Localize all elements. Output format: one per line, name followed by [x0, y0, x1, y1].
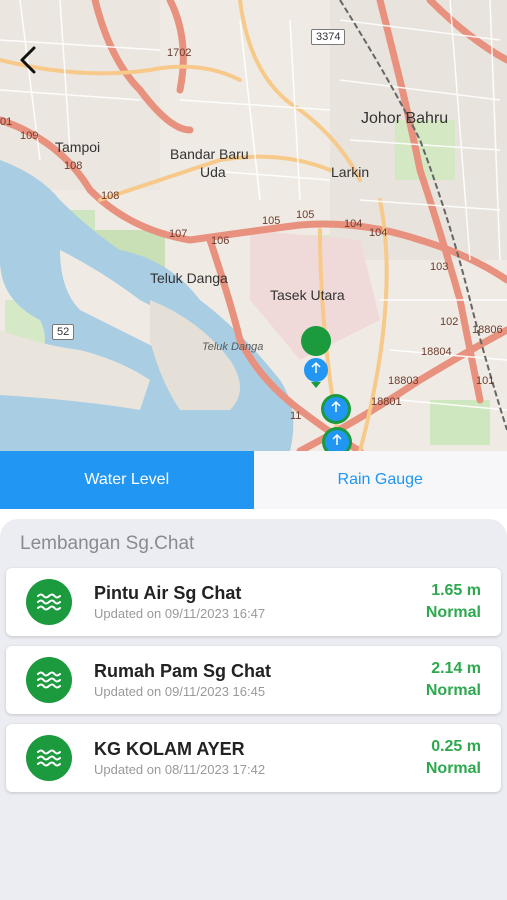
map-view[interactable]: 3374 52 Johor Bahru Tampoi Bandar Baru U…: [0, 0, 507, 451]
tab-water-level[interactable]: Water Level: [0, 451, 254, 509]
map-label-teluk-danga: Teluk Danga: [150, 270, 228, 286]
station-updated: Updated on 09/11/2023 16:45: [94, 684, 266, 699]
station-name: Pintu Air Sg Chat: [94, 583, 242, 603]
road-shield-52: 52: [52, 324, 75, 340]
map-label-johor-bahru: Johor Bahru: [361, 110, 449, 127]
station-status: Normal: [425, 604, 481, 621]
station-list-panel: Lembangan Sg.Chat Pintu Air Sg Chat Upda…: [0, 519, 507, 900]
road-label-18801: 18801: [371, 396, 402, 408]
road-label-108a: 108: [64, 160, 83, 172]
station-level: 1.65 m: [431, 582, 481, 599]
station-status: Normal: [425, 760, 481, 777]
map-label-tasek-utara: Tasek Utara: [270, 287, 345, 303]
map-label-uda: Uda: [200, 164, 226, 180]
map-label-teluk-danga-water: Teluk Danga: [202, 341, 264, 353]
tab-rain-gauge[interactable]: Rain Gauge: [253, 451, 507, 509]
road-label-103: 103: [430, 261, 449, 273]
water-wave-icon: [26, 579, 72, 625]
road-label-107: 107: [169, 228, 188, 240]
water-wave-icon: [26, 735, 72, 781]
station-level: 0.25 m: [431, 738, 481, 755]
road-label-18803: 18803: [388, 375, 419, 387]
road-label-108b: 108: [101, 190, 120, 202]
tab-bar: Water Level Rain Gauge: [0, 451, 507, 509]
back-button[interactable]: [10, 40, 46, 80]
road-label-102: 102: [440, 316, 459, 328]
road-label-106: 106: [211, 235, 230, 247]
road-label-01: 01: [0, 116, 13, 128]
road-label-1702: 1702: [167, 47, 192, 59]
road-label-109: 109: [20, 130, 39, 142]
station-card[interactable]: KG KOLAM AYER Updated on 08/11/2023 17:4…: [6, 724, 501, 792]
station-updated: Updated on 08/11/2023 17:42: [94, 762, 266, 777]
road-label-18804: 18804: [421, 346, 452, 358]
station-marker-2[interactable]: [321, 394, 351, 424]
map-tiles: [0, 0, 507, 451]
road-label-105b: 105: [296, 209, 315, 221]
road-label-101: 101: [476, 375, 495, 387]
section-title: Lembangan Sg.Chat: [20, 533, 195, 554]
road-label-105a: 105: [262, 215, 281, 227]
station-card[interactable]: Pintu Air Sg Chat Updated on 09/11/2023 …: [6, 568, 501, 636]
road-shield-3374: 3374: [311, 29, 346, 45]
road-label-104b: 104: [369, 227, 388, 239]
road-label-104a: 104: [344, 218, 363, 230]
station-card[interactable]: Rumah Pam Sg Chat Updated on 09/11/2023 …: [6, 646, 501, 714]
station-updated: Updated on 09/11/2023 16:47: [94, 606, 266, 621]
station-level: 2.14 m: [431, 660, 481, 677]
station-name: Rumah Pam Sg Chat: [94, 661, 272, 681]
map-label-larkin: Larkin: [331, 164, 370, 180]
map-label-tampoi: Tampoi: [55, 139, 101, 155]
road-label-18806: 18806: [472, 324, 503, 336]
chevron-left-icon: [20, 46, 36, 74]
road-label-11: 11: [290, 410, 302, 422]
station-name: KG KOLAM AYER: [94, 739, 245, 759]
station-status: Normal: [425, 682, 481, 699]
map-label-bandar-baru: Bandar Baru: [170, 146, 249, 162]
water-wave-icon: [26, 657, 72, 703]
